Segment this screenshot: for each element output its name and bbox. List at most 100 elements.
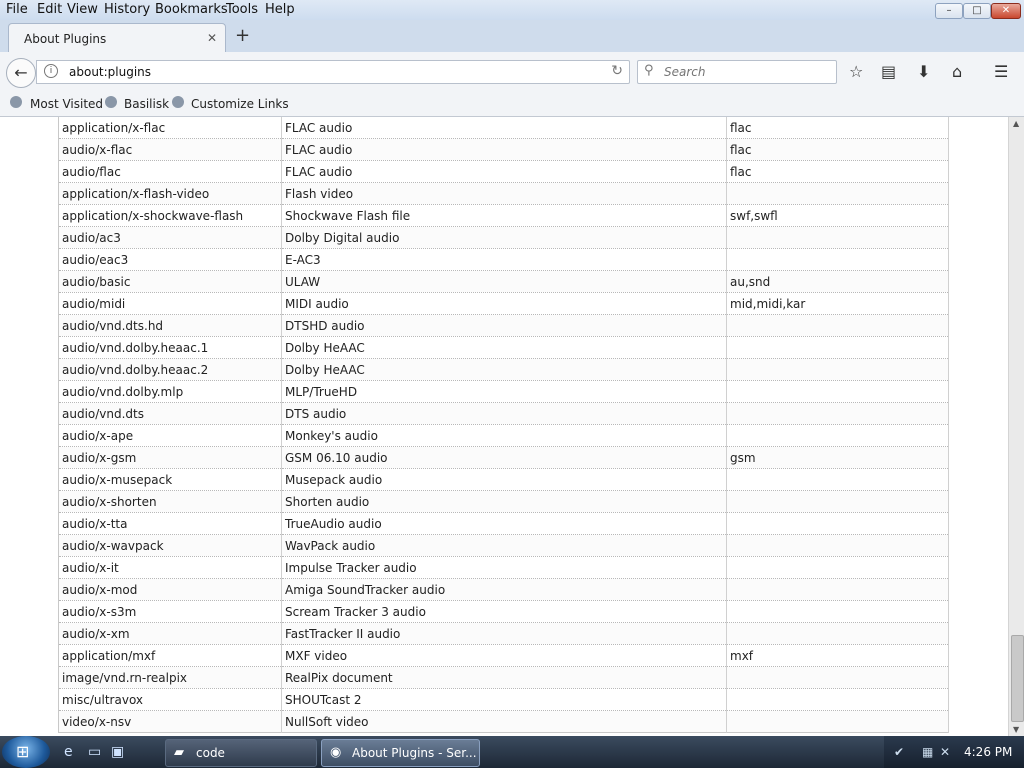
table-row: audio/ac3 Dolby Digital audio: [58, 226, 949, 249]
customize-links-icon: [172, 96, 184, 108]
table-row: image/vnd.rn-realpix RealPix document: [58, 666, 949, 689]
menu-bookmarks[interactable]: Bookmarks: [155, 2, 228, 17]
mime-type-cell: misc/ultravox: [58, 688, 282, 711]
new-tab-button[interactable]: +: [235, 25, 250, 46]
menu-file[interactable]: File: [6, 2, 28, 17]
scroll-thumb[interactable]: [1011, 635, 1024, 722]
table-row: misc/ultravox SHOUTcast 2: [58, 688, 949, 711]
show-desktop-icon[interactable]: ▭: [88, 744, 101, 760]
suffixes-cell: [726, 666, 949, 689]
minimize-button[interactable]: –: [935, 3, 963, 19]
suffixes-cell: au,snd: [726, 270, 949, 293]
mime-type-cell: audio/x-mod: [58, 578, 282, 601]
bookmark-customize-links[interactable]: Customize Links: [191, 97, 289, 111]
table-row: audio/basic ULAW au,snd: [58, 270, 949, 293]
maximize-button[interactable]: □: [963, 3, 991, 19]
mime-type-cell: audio/vnd.dts.hd: [58, 314, 282, 337]
menu-view[interactable]: View: [67, 2, 98, 17]
suffixes-cell: [726, 358, 949, 381]
clock[interactable]: 4:26 PM: [964, 745, 1012, 759]
tab-close-icon[interactable]: ✕: [207, 31, 217, 45]
menu-icon[interactable]: ☰: [994, 62, 1008, 81]
home-icon[interactable]: ⌂: [952, 62, 962, 81]
table-row: audio/x-musepack Musepack audio: [58, 468, 949, 491]
vertical-scrollbar[interactable]: ▲ ▼: [1008, 117, 1024, 736]
menu-bar: File Edit View History Bookmarks Tools H…: [0, 0, 1024, 20]
table-row: audio/x-ape Monkey's audio: [58, 424, 949, 447]
bookmark-most-visited[interactable]: Most Visited: [30, 97, 103, 111]
scroll-up-icon[interactable]: ▲: [1013, 119, 1019, 128]
mime-type-cell: audio/x-xm: [58, 622, 282, 645]
network-icon[interactable]: ✔: [894, 745, 904, 759]
description-cell: GSM 06.10 audio: [281, 446, 727, 469]
menu-history[interactable]: History: [104, 2, 150, 17]
description-cell: NullSoft video: [281, 710, 727, 733]
basilisk-icon: [105, 96, 117, 108]
info-icon[interactable]: i: [44, 64, 58, 78]
bookmark-basilisk[interactable]: Basilisk: [124, 97, 169, 111]
taskbar-item-browser[interactable]: ◉ About Plugins - Ser...: [321, 739, 480, 767]
mime-type-cell: audio/x-ape: [58, 424, 282, 447]
table-row: application/mxf MXF video mxf: [58, 644, 949, 667]
taskbar-item-label: About Plugins - Ser...: [352, 746, 477, 760]
suffixes-cell: [726, 226, 949, 249]
mime-type-cell: application/x-flac: [58, 117, 282, 139]
reading-list-icon[interactable]: ▤: [881, 62, 896, 81]
tab-title: About Plugins: [24, 32, 107, 46]
table-row: audio/vnd.dolby.heaac.2 Dolby HeAAC: [58, 358, 949, 381]
start-button[interactable]: ⊞: [2, 736, 50, 768]
description-cell: SHOUTcast 2: [281, 688, 727, 711]
mime-type-cell: audio/vnd.dolby.heaac.1: [58, 336, 282, 359]
table-row: audio/x-it Impulse Tracker audio: [58, 556, 949, 579]
suffixes-cell: [726, 314, 949, 337]
description-cell: Dolby HeAAC: [281, 336, 727, 359]
back-icon[interactable]: ←: [6, 58, 36, 88]
suffixes-cell: flac: [726, 160, 949, 183]
close-window-button[interactable]: ✕: [991, 3, 1021, 19]
reload-icon[interactable]: ↻: [611, 63, 623, 79]
download-icon[interactable]: ⬇: [917, 62, 930, 81]
suffixes-cell: [726, 710, 949, 733]
suffixes-cell: swf,swfl: [726, 204, 949, 227]
most-visited-icon: [10, 96, 22, 108]
search-input[interactable]: [662, 64, 831, 80]
scroll-down-icon[interactable]: ▼: [1013, 725, 1019, 734]
description-cell: Shockwave Flash file: [281, 204, 727, 227]
menu-help[interactable]: Help: [265, 2, 295, 17]
mime-type-cell: application/x-shockwave-flash: [58, 204, 282, 227]
mime-type-cell: application/mxf: [58, 644, 282, 667]
menu-edit[interactable]: Edit: [37, 2, 62, 17]
description-cell: Shorten audio: [281, 490, 727, 513]
menu-tools[interactable]: Tools: [226, 2, 258, 17]
description-cell: MXF video: [281, 644, 727, 667]
volume-muted-icon[interactable]: ✕: [940, 745, 950, 759]
suffixes-cell: [726, 424, 949, 447]
suffixes-cell: [726, 688, 949, 711]
table-row: audio/vnd.dolby.heaac.1 Dolby HeAAC: [58, 336, 949, 359]
mime-type-cell: image/vnd.rn-realpix: [58, 666, 282, 689]
suffixes-cell: [726, 534, 949, 557]
star-icon[interactable]: ☆: [849, 62, 863, 81]
table-row: audio/vnd.dts DTS audio: [58, 402, 949, 425]
description-cell: Amiga SoundTracker audio: [281, 578, 727, 601]
ie-icon[interactable]: e: [64, 744, 73, 760]
table-row: video/x-nsv NullSoft video: [58, 710, 949, 733]
search-box[interactable]: ⚲: [637, 60, 837, 84]
table-row: application/x-flash-video Flash video: [58, 182, 949, 205]
url-text[interactable]: about:plugins: [69, 65, 151, 79]
taskbar-item-code[interactable]: ▰ code: [165, 739, 317, 767]
suffixes-cell: flac: [726, 117, 949, 139]
table-row: audio/x-xm FastTracker II audio: [58, 622, 949, 645]
table-row: audio/flac FLAC audio flac: [58, 160, 949, 183]
description-cell: MIDI audio: [281, 292, 727, 315]
switch-windows-icon[interactable]: ▣: [111, 744, 124, 760]
table-row: audio/x-tta TrueAudio audio: [58, 512, 949, 535]
description-cell: DTS audio: [281, 402, 727, 425]
mime-type-cell: audio/basic: [58, 270, 282, 293]
mime-type-cell: audio/x-tta: [58, 512, 282, 535]
display-icon[interactable]: ▦: [922, 745, 933, 759]
tab-about-plugins[interactable]: About Plugins ✕: [8, 23, 226, 53]
description-cell: FLAC audio: [281, 160, 727, 183]
table-row: application/x-flac FLAC audio flac: [58, 117, 949, 139]
url-bar[interactable]: i about:plugins ↻: [36, 60, 630, 84]
